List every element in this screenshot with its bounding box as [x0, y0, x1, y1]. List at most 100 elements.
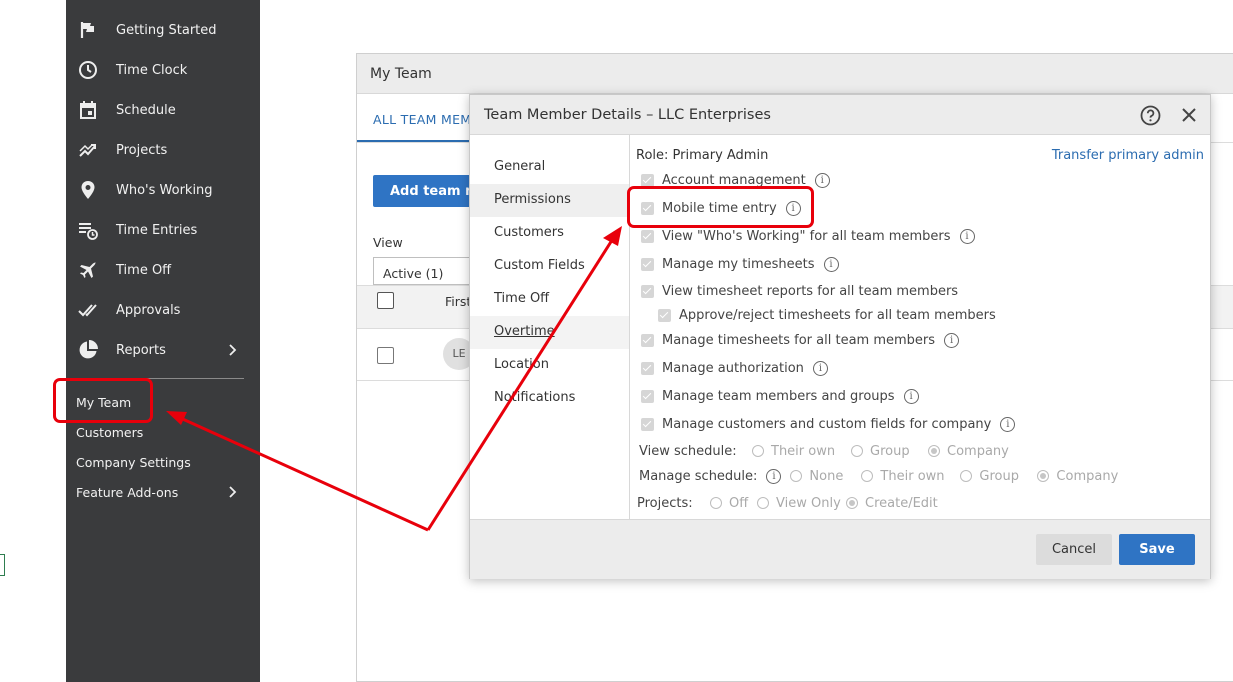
view-select[interactable]: Active (1) [373, 257, 483, 285]
projects-radio-selected[interactable] [846, 497, 858, 509]
sidebar-item-approvals[interactable]: Approvals [66, 290, 260, 330]
manage-schedule-radio[interactable] [861, 470, 874, 482]
view-schedule-radio-selected[interactable] [928, 445, 940, 457]
permission-checkbox[interactable] [641, 229, 654, 243]
permission-checkbox[interactable] [641, 333, 654, 347]
dialog-title: Team Member Details – LLC Enterprises [484, 107, 771, 123]
permission-checkbox[interactable] [641, 284, 654, 298]
tab-all-team-members[interactable]: ALL TEAM MEM [373, 112, 471, 127]
add-team-member-button[interactable]: Add team me [373, 175, 483, 207]
sidebar-item-time-off[interactable]: Time Off [66, 250, 260, 290]
permission-checkbox[interactable] [641, 417, 654, 431]
sidebar-item-label: Schedule [116, 102, 176, 118]
radio-label: Off [729, 495, 749, 511]
projects-radio[interactable] [710, 497, 722, 509]
permission-label: Manage customers and custom fields for c… [662, 416, 992, 432]
radio-label: View Only [776, 495, 841, 511]
close-icon[interactable] [1181, 107, 1197, 123]
permission-checkbox[interactable] [641, 389, 654, 403]
highlight-box-my-team [53, 378, 153, 423]
view-schedule-label: View schedule: [639, 443, 737, 459]
manage-schedule-radio[interactable] [960, 470, 973, 482]
info-icon[interactable]: i [766, 468, 782, 484]
location-pin-icon [81, 181, 95, 199]
dialog-footer: Cancel Save [470, 519, 1210, 579]
help-icon[interactable] [1140, 105, 1161, 126]
radio-label: None [809, 468, 844, 484]
sidebar-item-time-entries[interactable]: Time Entries [66, 210, 260, 250]
chevron-right-icon [229, 344, 237, 356]
sidebar-item-label: Projects [116, 142, 168, 158]
sidebar-item-label: Getting Started [116, 22, 217, 38]
dialog-nav-notifications[interactable]: Notifications [470, 382, 629, 415]
dialog-nav-time-off[interactable]: Time Off [470, 283, 629, 316]
double-check-icon [78, 304, 97, 317]
save-button[interactable]: Save [1119, 534, 1195, 565]
dialog-nav-custom-fields[interactable]: Custom Fields [470, 250, 629, 283]
cancel-button[interactable]: Cancel [1036, 534, 1112, 565]
info-icon[interactable]: i [814, 172, 830, 188]
sidebar-item-label: Reports [116, 342, 166, 358]
pie-chart-icon [79, 340, 98, 359]
view-schedule-radio[interactable] [851, 445, 863, 457]
sidebar-item-whos-working[interactable]: Who's Working [66, 170, 260, 210]
sidebar-item-reports[interactable]: Reports [66, 330, 260, 370]
info-icon[interactable]: i [812, 360, 828, 376]
view-schedule-row: View schedule: Their own Group Company [639, 441, 1009, 461]
trend-icon [79, 144, 96, 157]
sidebar-item-customers[interactable]: Customers [76, 425, 143, 440]
my-team-header: My Team [357, 54, 1233, 94]
dialog-nav-location[interactable]: Location [470, 349, 629, 382]
info-icon[interactable]: i [1000, 416, 1016, 432]
permission-checkbox[interactable] [641, 257, 654, 271]
team-member-details-dialog: Team Member Details – LLC Enterprises Ge… [469, 94, 1211, 579]
sidebar-item-projects[interactable]: Projects [66, 130, 260, 170]
dialog-nav-permissions[interactable]: Permissions [470, 184, 629, 217]
sidebar-item-label: Time Entries [116, 222, 198, 238]
dialog-nav-general[interactable]: General [470, 151, 629, 184]
permission-row: Manage team members and groups i [641, 386, 919, 406]
permission-row: Manage my timesheets i [641, 254, 839, 274]
dialog-nav-overtime[interactable]: Overtime [470, 316, 629, 349]
column-header-first[interactable]: First [445, 294, 471, 309]
sidebar-item-time-clock[interactable]: Time Clock [66, 50, 260, 90]
projects-radio[interactable] [757, 497, 769, 509]
info-icon[interactable]: i [959, 228, 975, 244]
permission-label: Manage authorization [662, 360, 804, 376]
sidebar-item-label: Time Clock [116, 62, 188, 78]
sidebar-item-company-settings[interactable]: Company Settings [76, 455, 191, 470]
calendar-icon [80, 101, 96, 119]
radio-label: Their own [880, 468, 945, 484]
permission-checkbox[interactable] [641, 173, 654, 187]
sidebar: Getting Started Time Clock Schedule Proj… [66, 0, 260, 682]
select-all-checkbox[interactable] [377, 292, 394, 309]
transfer-primary-admin-link[interactable]: Transfer primary admin [1052, 148, 1204, 163]
info-icon[interactable]: i [823, 256, 839, 272]
permission-checkbox[interactable] [658, 308, 671, 322]
radio-label: Create/Edit [865, 495, 938, 511]
manage-schedule-radio[interactable] [790, 470, 803, 482]
view-schedule-radio[interactable] [752, 445, 764, 457]
manage-schedule-radio-selected[interactable] [1037, 470, 1050, 482]
sidebar-item-label: Who's Working [116, 182, 213, 198]
sidebar-item-feature-add-ons[interactable]: Feature Add-ons [76, 485, 178, 500]
dialog-nav-customers[interactable]: Customers [470, 217, 629, 250]
info-icon[interactable]: i [903, 388, 919, 404]
airplane-icon [80, 262, 96, 278]
edge-fragment [0, 554, 5, 576]
permission-label: Approve/reject timesheets for all team m… [679, 307, 996, 323]
row-checkbox[interactable] [377, 347, 394, 364]
chevron-right-icon [229, 486, 237, 498]
permission-row: Manage authorization i [641, 358, 828, 378]
sidebar-item-schedule[interactable]: Schedule [66, 90, 260, 130]
permission-label: View timesheet reports for all team memb… [662, 283, 959, 299]
info-icon[interactable]: i [944, 332, 960, 348]
role-text: Role: Primary Admin [636, 148, 769, 163]
view-label: View [373, 235, 403, 250]
permission-checkbox[interactable] [641, 361, 654, 375]
permission-row: View timesheet reports for all team memb… [641, 281, 958, 301]
sidebar-item-getting-started[interactable]: Getting Started [66, 10, 260, 50]
manage-schedule-label: Manage schedule: [639, 468, 758, 484]
projects-row: Projects: Off View Only Create/Edit [637, 493, 938, 513]
sidebar-item-label: Time Off [116, 262, 172, 278]
